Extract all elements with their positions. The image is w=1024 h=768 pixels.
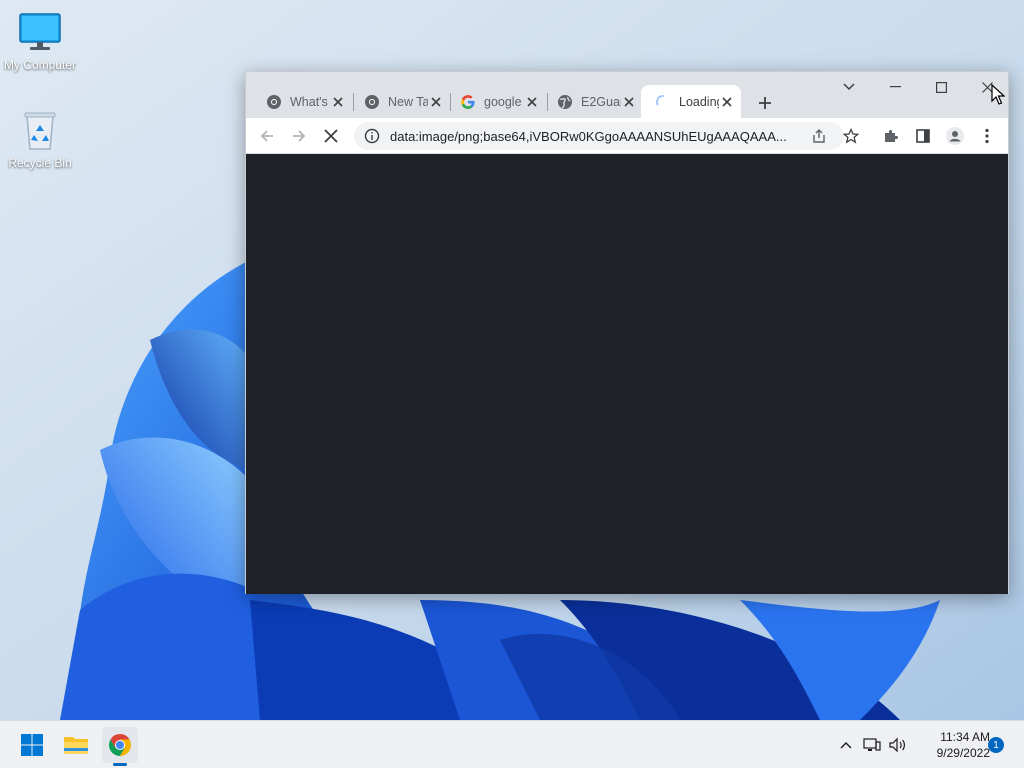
browser-toolbar: data:image/png;base64,iVBORw0KGgoAAAANSU… [246, 118, 1008, 154]
minimize-button[interactable] [872, 72, 918, 102]
network-icon [863, 738, 881, 751]
tab-loading[interactable]: Loading [641, 85, 741, 118]
address-bar-url[interactable]: data:image/png;base64,iVBORw0KGgoAAAANSU… [390, 129, 844, 144]
tab-title: E2Guardian [581, 94, 621, 109]
side-panel-icon [916, 129, 930, 143]
tab-whats[interactable]: What's [252, 85, 352, 118]
page-content [246, 154, 1008, 594]
recycle-bin-icon [24, 112, 56, 150]
network-button[interactable] [862, 735, 882, 755]
info-icon[interactable] [364, 128, 380, 144]
avatar-icon [946, 127, 964, 145]
extensions-button[interactable] [877, 122, 905, 150]
tab-google[interactable]: google [446, 85, 546, 118]
file-explorer-button[interactable] [58, 727, 94, 763]
windows-logo-icon [21, 734, 43, 756]
running-indicator [113, 763, 127, 766]
close-icon[interactable] [428, 94, 444, 110]
puzzle-icon [885, 130, 898, 142]
tab-title: New Tab [388, 94, 428, 109]
back-button[interactable] [253, 122, 281, 150]
clock-date: 9/29/2022 [936, 746, 990, 760]
chevron-down-icon [843, 83, 855, 91]
speaker-icon [889, 737, 905, 753]
volume-button[interactable] [888, 735, 908, 755]
desktop-icon-label: Recycle Bin [8, 156, 72, 170]
new-tab-button[interactable] [751, 89, 779, 117]
google-icon [461, 94, 475, 109]
notification-badge[interactable]: 1 [988, 737, 1004, 753]
close-icon [324, 129, 338, 143]
tab-e2guardian[interactable]: E2Guardian [543, 85, 643, 118]
tab-title: What's [290, 94, 328, 109]
side-panel-button[interactable] [909, 122, 937, 150]
show-hidden-icons-button[interactable] [836, 735, 856, 755]
tab-strip: What's New Tab google [246, 72, 1008, 118]
monitor-icon [19, 13, 61, 50]
loading-spinner-icon [655, 94, 664, 105]
close-icon[interactable] [621, 94, 637, 110]
tab-new-tab[interactable]: New Tab [350, 85, 450, 118]
tab-title: Loading [679, 94, 719, 109]
clock-time: 11:34 AM [940, 730, 990, 744]
stop-loading-button[interactable] [317, 122, 345, 150]
close-icon[interactable] [719, 94, 735, 110]
desktop-icon-my-computer[interactable]: My Computer [0, 10, 80, 72]
chrome-icon [109, 734, 131, 756]
share-button[interactable] [805, 122, 833, 150]
globe-icon [558, 94, 572, 109]
forward-button[interactable] [285, 122, 313, 150]
chrome-taskbar-button[interactable] [102, 727, 138, 763]
close-icon[interactable] [330, 94, 346, 110]
tab-search-button[interactable] [826, 72, 872, 102]
taskbar: 11:34 AM 9/29/2022 1 [0, 720, 1024, 768]
tab-title: google [484, 94, 522, 109]
star-icon [843, 128, 859, 144]
plus-icon [759, 97, 771, 109]
profile-button[interactable] [941, 122, 969, 150]
close-icon[interactable] [524, 94, 540, 110]
arrow-left-icon [260, 130, 273, 142]
browser-window: What's New Tab google [245, 71, 1009, 594]
menu-button[interactable] [973, 122, 1001, 150]
mouse-cursor-icon [991, 84, 1005, 105]
desktop-icon-recycle-bin[interactable]: Recycle Bin [0, 108, 80, 170]
maximize-icon [935, 81, 947, 93]
maximize-button[interactable] [918, 72, 964, 102]
desktop-icon-label: My Computer [3, 58, 77, 72]
minimize-icon [889, 86, 901, 88]
kebab-menu-icon [985, 128, 989, 144]
chevron-up-icon [840, 742, 852, 749]
folder-icon [64, 737, 88, 754]
taskbar-clock[interactable]: 11:34 AM 9/29/2022 [908, 729, 990, 761]
arrow-right-icon [293, 130, 306, 142]
chrome-icon [267, 94, 281, 109]
bookmark-button[interactable] [837, 122, 865, 150]
chrome-icon [365, 94, 379, 109]
share-icon [813, 129, 825, 143]
start-button[interactable] [14, 727, 50, 763]
address-bar[interactable]: data:image/png;base64,iVBORw0KGgoAAAANSU… [354, 122, 844, 150]
